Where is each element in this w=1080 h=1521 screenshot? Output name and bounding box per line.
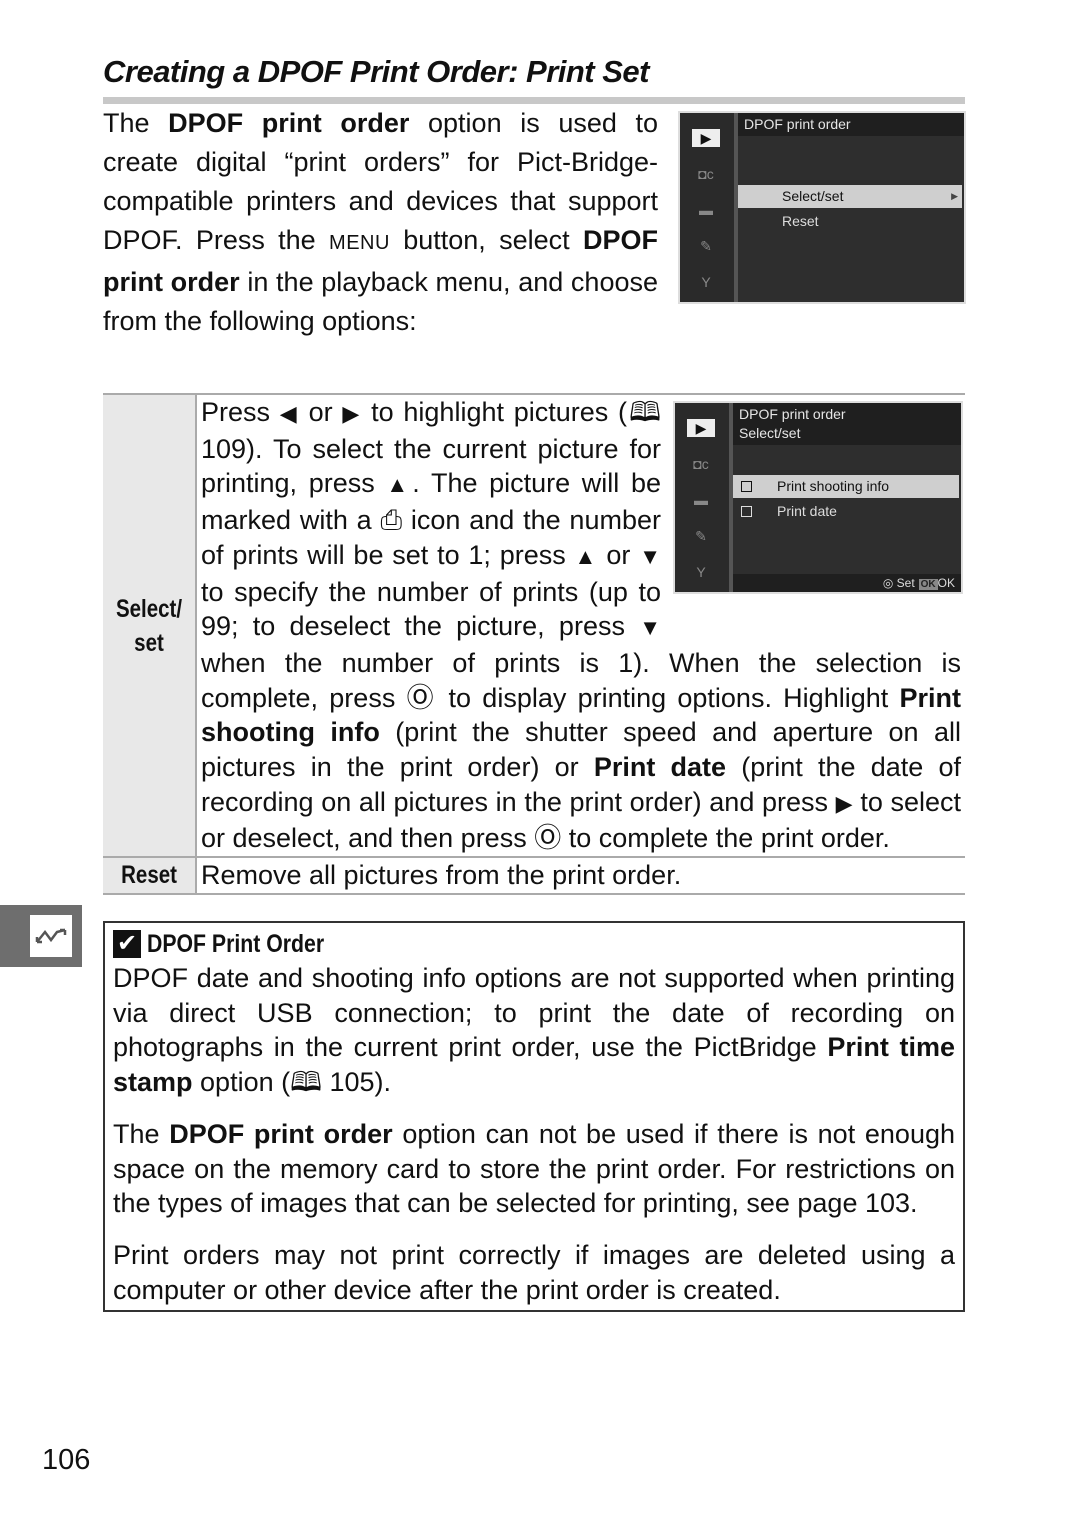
menu-item-reset[interactable]: Reset bbox=[738, 210, 962, 233]
playback-tab-icon bbox=[30, 915, 72, 957]
ok-badge-icon: OK bbox=[918, 579, 938, 590]
up-arrow-icon: ▲ bbox=[386, 472, 413, 498]
camera-custom-icon: ◘c bbox=[693, 456, 709, 472]
header-line-2: Select/set bbox=[739, 425, 801, 441]
menu-button-glyph: MENU bbox=[329, 232, 390, 254]
row-header-cell: Select/ set bbox=[103, 395, 197, 857]
bold-term: DPOF print order bbox=[169, 1118, 393, 1149]
footer-set-label: Set bbox=[896, 576, 915, 590]
option-label: Print shooting info bbox=[777, 478, 890, 494]
camera-screen-select-set: ▶ ◘c ▬ ✎ Y DPOF print order Select/set P… bbox=[673, 401, 963, 594]
intro-bold-term: DPOF print order bbox=[168, 108, 410, 138]
playback-icon: ▶ bbox=[692, 129, 720, 147]
text: or bbox=[597, 539, 640, 570]
row-header-select-set: Select/ set bbox=[115, 594, 183, 657]
title-rule bbox=[103, 97, 965, 104]
checkbox-icon[interactable] bbox=[741, 506, 752, 517]
right-arrow-icon: ▶ bbox=[835, 790, 853, 816]
intro-paragraph: The DPOF print order option is used to c… bbox=[103, 104, 658, 341]
text: to display printing options. Highlight bbox=[437, 682, 900, 713]
multi-selector-icon: ◎ bbox=[882, 576, 897, 590]
header-line-1: DPOF print order bbox=[739, 406, 846, 422]
checkmark-icon: ✔ bbox=[113, 930, 141, 958]
option-print-date[interactable]: Print date bbox=[733, 500, 959, 523]
retouch-icon: ✎ bbox=[700, 238, 712, 254]
text: 105). bbox=[321, 1067, 391, 1098]
book-reference-icon: 🕮 bbox=[290, 1067, 322, 1098]
note-paragraph: The DPOF print order option can not be u… bbox=[113, 1117, 955, 1221]
page-title: Creating a DPOF Print Order: Print Set bbox=[103, 54, 649, 89]
screen-header: DPOF print order bbox=[738, 113, 964, 136]
option-print-shooting-info[interactable]: Print shooting info bbox=[733, 475, 959, 498]
menu-tab-bar: ▶ ◘c ▬ ✎ Y bbox=[680, 113, 738, 302]
book-reference-icon: 🕮 bbox=[626, 397, 661, 427]
row-header-reset: Reset bbox=[121, 861, 177, 890]
screen-header: DPOF print order Select/set bbox=[733, 403, 961, 445]
menu-item-label: Select/set bbox=[782, 188, 844, 204]
movie-icon: ▬ bbox=[694, 492, 708, 508]
down-arrow-icon: ▼ bbox=[639, 615, 661, 641]
ok-button-icon: Ⓞ bbox=[534, 823, 562, 854]
menu-item-label: Reset bbox=[782, 213, 819, 229]
left-arrow-icon: ◀ bbox=[279, 401, 299, 426]
intro-text: button, select bbox=[389, 225, 583, 255]
page-number: 106 bbox=[42, 1444, 91, 1476]
option-label: Print date bbox=[777, 503, 837, 519]
submenu-arrow-icon: ▶ bbox=[951, 191, 958, 201]
text: to complete the print order. bbox=[561, 823, 890, 854]
print-order-icon: ⎙ bbox=[380, 505, 403, 536]
bold-term: Print date bbox=[593, 752, 727, 783]
down-arrow-icon: ▼ bbox=[639, 543, 661, 569]
ok-button-icon: Ⓞ bbox=[406, 682, 438, 713]
text: to highlight pictures ( bbox=[361, 397, 627, 427]
setup-wrench-icon: Y bbox=[701, 274, 711, 290]
table-row-reset: Reset Remove all pictures from the print… bbox=[103, 856, 965, 893]
note-paragraph: DPOF date and shooting info options are … bbox=[113, 961, 955, 1100]
menu-tab-bar: ▶ ◘c ▬ ✎ Y bbox=[675, 403, 733, 592]
camera-custom-icon: ◘c bbox=[698, 166, 714, 182]
movie-icon: ▬ bbox=[699, 202, 713, 218]
text: to specify the number of prints (up to 9… bbox=[201, 576, 661, 642]
up-arrow-icon: ▲ bbox=[574, 543, 598, 569]
playback-icon: ▶ bbox=[687, 419, 715, 437]
row-description-reset: Remove all pictures from the print order… bbox=[201, 860, 682, 891]
note-title-text: DPOF Print Order bbox=[147, 930, 325, 958]
text: option ( bbox=[192, 1067, 291, 1098]
checkbox-icon[interactable] bbox=[741, 481, 752, 492]
right-arrow-icon: ▶ bbox=[342, 401, 362, 426]
screen-footer: ◎ Set OK OK bbox=[733, 574, 961, 592]
note-paragraph: Print orders may not print correctly if … bbox=[113, 1239, 955, 1305]
intro-text: The bbox=[103, 108, 169, 138]
setup-wrench-icon: Y bbox=[696, 564, 706, 580]
menu-item-select-set[interactable]: Select/set ▶ bbox=[738, 185, 962, 208]
retouch-icon: ✎ bbox=[695, 528, 707, 544]
row-header-cell: Reset bbox=[103, 858, 197, 893]
text: or bbox=[298, 397, 343, 427]
text: The bbox=[113, 1118, 170, 1149]
note-title: ✔ DPOF Print Order bbox=[113, 927, 955, 961]
text: Press bbox=[201, 397, 280, 427]
camera-screen-dpof-menu: ▶ ◘c ▬ ✎ Y DPOF print order Select/set ▶ … bbox=[678, 111, 966, 304]
footer-ok-label: OK bbox=[937, 576, 955, 590]
section-side-tab bbox=[0, 905, 82, 967]
note-box: ✔ DPOF Print Order DPOF date and shooting… bbox=[103, 921, 965, 1312]
